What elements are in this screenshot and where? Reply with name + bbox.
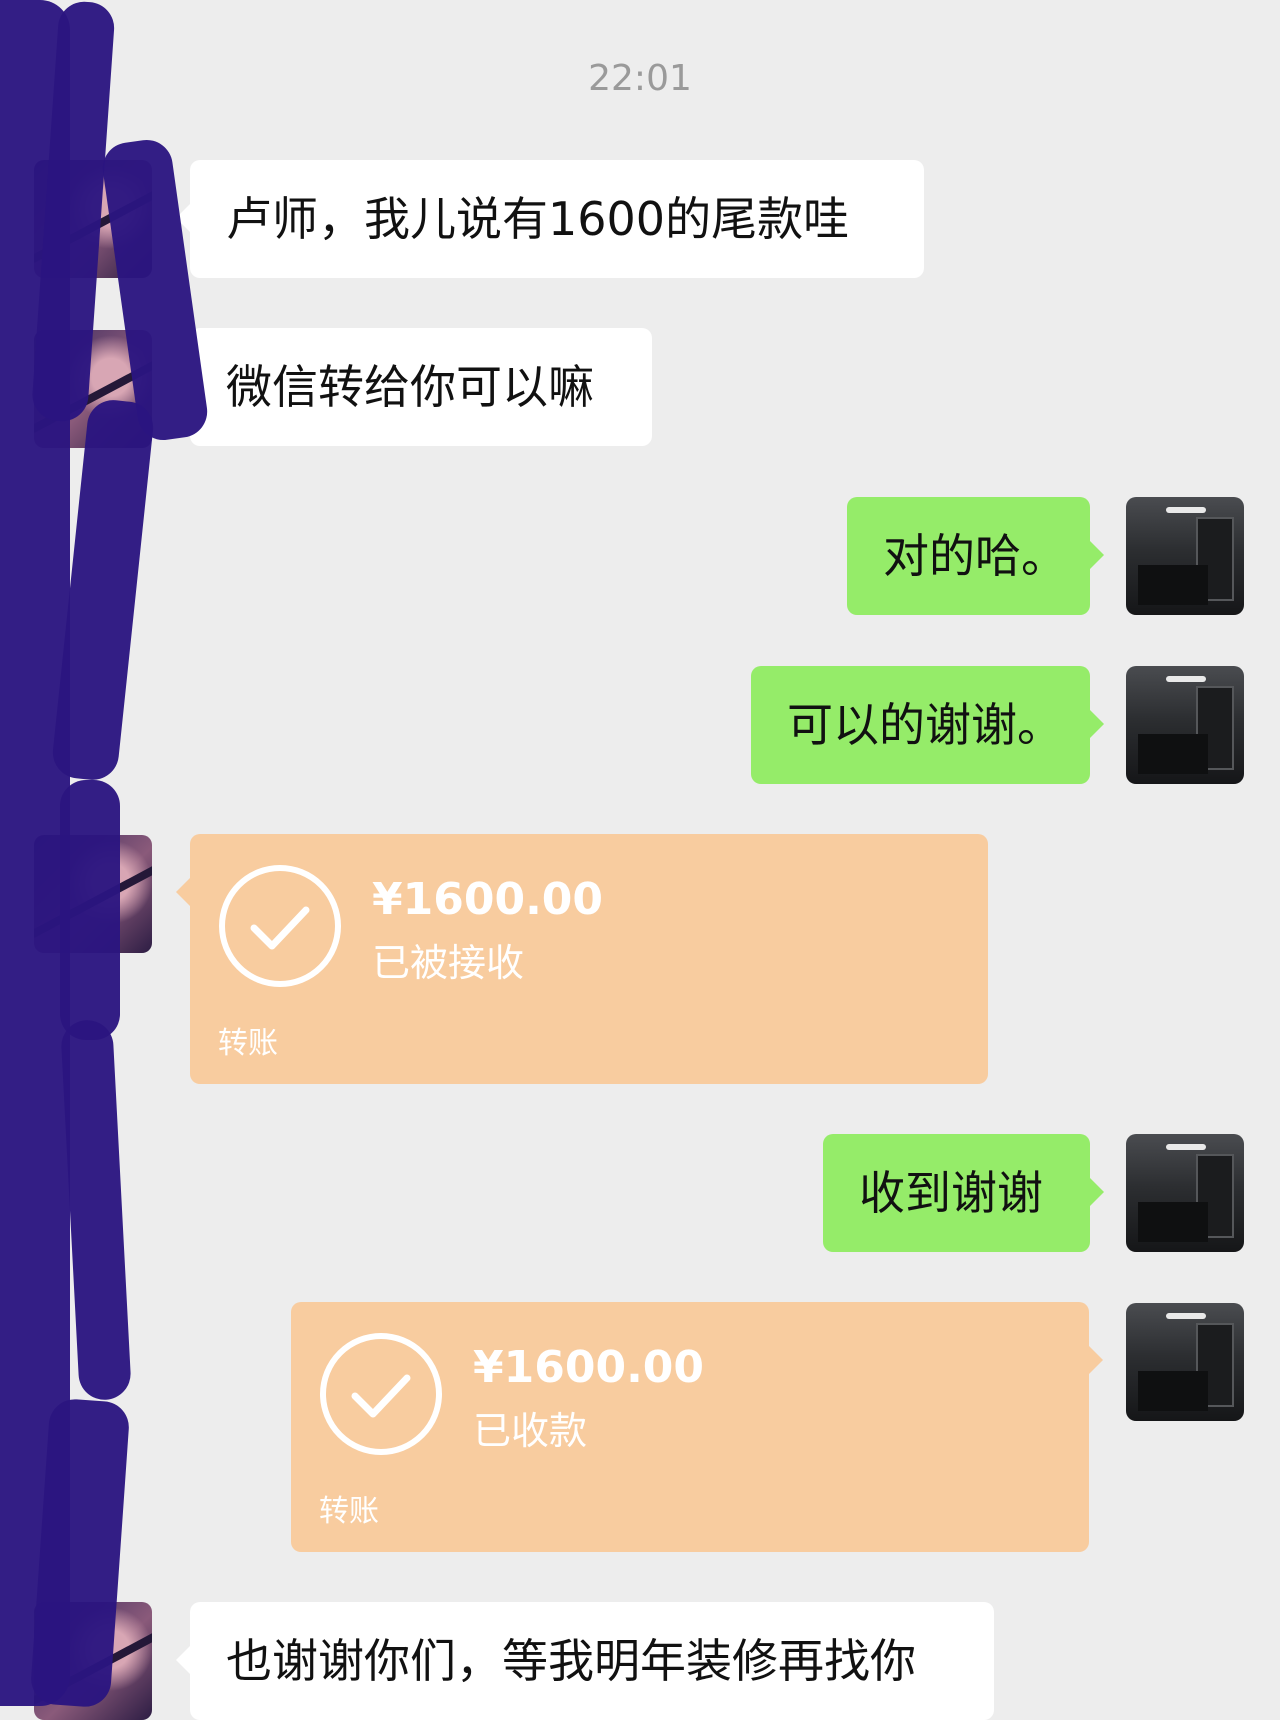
transfer-label: 转账 — [319, 1494, 379, 1529]
transfer-label: 转账 — [218, 1026, 278, 1061]
transfer-amount: ¥1600.00 — [473, 1342, 705, 1393]
message-bubble-sent[interactable]: 收到谢谢 — [823, 1134, 1104, 1252]
my-avatar[interactable] — [1126, 497, 1244, 615]
message-bubble-received[interactable]: 微信转给你可以嘛 — [176, 328, 652, 446]
check-circle-icon — [320, 1333, 442, 1455]
message-text: 可以的谢谢。 — [787, 698, 1063, 752]
transfer-card-sent[interactable]: ¥1600.00 已收款 转账 — [291, 1302, 1103, 1552]
message-text: 也谢谢你们，等我明年装修再找你 — [226, 1634, 916, 1688]
transfer-status: 已收款 — [473, 1409, 588, 1453]
message-bubble-received[interactable]: 也谢谢你们，等我明年装修再找你 — [176, 1602, 994, 1720]
message-text: 对的哈。 — [883, 529, 1067, 583]
message-bubble-received[interactable]: 卢师，我儿说有1600的尾款哇 — [176, 160, 924, 278]
redaction-mark — [60, 1018, 132, 1402]
message-bubble-sent[interactable]: 可以的谢谢。 — [751, 666, 1104, 784]
message-text: 卢师，我儿说有1600的尾款哇 — [226, 192, 850, 246]
transfer-amount: ¥1600.00 — [372, 874, 604, 925]
my-avatar[interactable] — [1126, 1134, 1244, 1252]
message-text: 收到谢谢 — [859, 1166, 1043, 1220]
message-bubble-sent[interactable]: 对的哈。 — [847, 497, 1104, 615]
my-avatar[interactable] — [1126, 1303, 1244, 1421]
transfer-status: 已被接收 — [372, 941, 525, 985]
transfer-card-received[interactable]: ¥1600.00 已被接收 转账 — [176, 834, 988, 1084]
check-circle-icon — [219, 865, 341, 987]
message-text: 微信转给你可以嘛 — [226, 360, 594, 414]
my-avatar[interactable] — [1126, 666, 1244, 784]
timestamp: 22:01 — [588, 58, 692, 99]
redaction-mark — [60, 780, 120, 1040]
